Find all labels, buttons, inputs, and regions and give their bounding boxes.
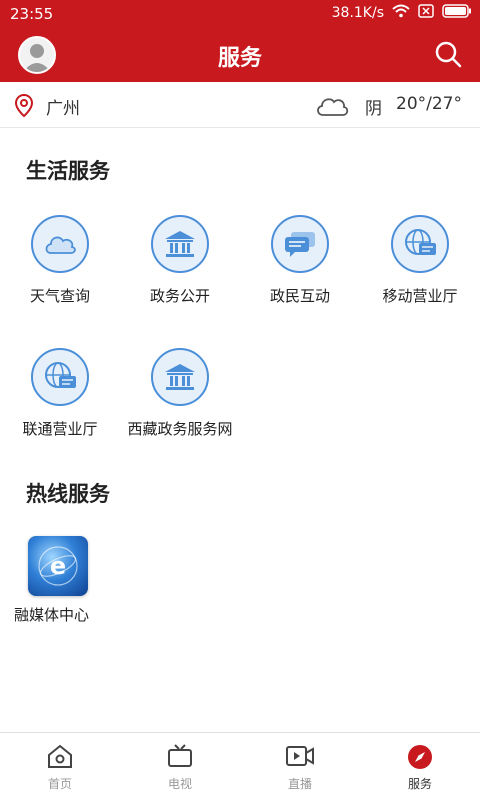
globe-chat-icon [391, 215, 449, 273]
globe-app-icon[interactable]: e [28, 536, 88, 596]
battery-icon [442, 4, 472, 22]
service-label: 天气查询 [29, 287, 90, 305]
service-mobile-hall[interactable]: 移动营业厅 [360, 215, 480, 306]
government-building-icon [151, 215, 209, 273]
status-bar: 23:55 38.1K/s [0, 0, 480, 28]
temperature-range: 20°/27° [396, 94, 462, 114]
globe-chat-icon [31, 348, 89, 406]
service-label: 政民互动 [269, 287, 330, 305]
service-tibet-gov[interactable]: 西藏政务服务网 [120, 348, 240, 439]
status-right: 38.1K/s [332, 4, 472, 22]
government-building-icon [151, 348, 209, 406]
service-label: 移动营业厅 [382, 287, 458, 305]
tab-live[interactable]: 直播 [240, 733, 360, 800]
tab-label: 直播 [287, 777, 312, 791]
service-unicom-hall[interactable]: 联通营业厅 [0, 348, 120, 439]
tv-icon [120, 743, 240, 771]
chat-bubbles-icon [271, 215, 329, 273]
service-label: 联通营业厅 [22, 420, 98, 438]
tab-label: 首页 [47, 777, 72, 791]
service-label: 政务公开 [149, 287, 210, 305]
tab-label: 服务 [407, 777, 432, 791]
location-pin-icon [14, 93, 34, 122]
service-gov-public[interactable]: 政务公开 [120, 215, 240, 306]
cloud-icon [31, 215, 89, 273]
service-citizen-interaction[interactable]: 政民互动 [240, 215, 360, 306]
svg-text:e: e [50, 552, 66, 580]
app-header: 服务 [0, 28, 480, 82]
network-speed: 38.1K/s [331, 5, 384, 21]
tab-services[interactable]: 服务 [360, 733, 480, 800]
wifi-icon [392, 4, 410, 22]
service-label: 西藏政务服务网 [127, 420, 233, 438]
location-weather-bar: 广州 阴 20°/27° [0, 82, 480, 128]
sim-icon [418, 4, 434, 22]
cloudy-icon [314, 92, 350, 122]
tab-home[interactable]: 首页 [0, 733, 120, 800]
section-title-hotline: 热线服务 [26, 482, 110, 506]
page-title: 服务 [217, 46, 262, 71]
home-icon [0, 743, 120, 771]
service-weather[interactable]: 天气查询 [0, 215, 120, 306]
tab-label: 电视 [167, 777, 192, 791]
search-button[interactable] [432, 38, 464, 70]
bottom-tab-bar: 首页 电视 直播 服务 [0, 732, 480, 800]
compass-icon [360, 743, 480, 771]
status-time: 23:55 [10, 5, 54, 23]
live-video-icon [240, 743, 360, 771]
tab-tv[interactable]: 电视 [120, 733, 240, 800]
city-name[interactable]: 广州 [46, 94, 80, 119]
service-media-center-label[interactable]: 融媒体中心 [14, 604, 114, 625]
weather-text: 阴 [365, 99, 382, 119]
section-title-life: 生活服务 [26, 159, 110, 183]
search-icon [435, 41, 462, 68]
